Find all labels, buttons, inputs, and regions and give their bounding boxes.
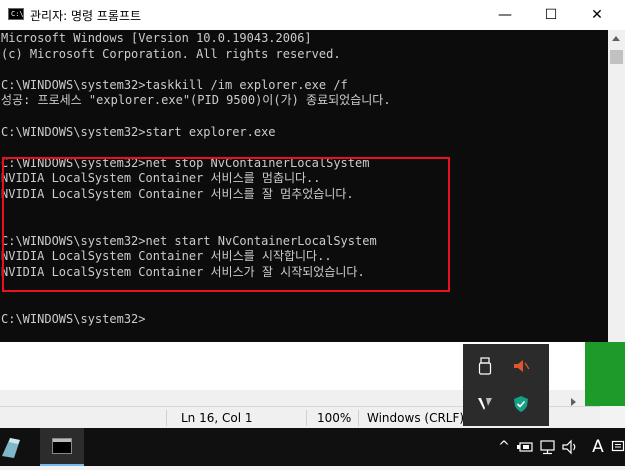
- window-title: 관리자: 명령 프롬프트: [30, 9, 142, 23]
- vertical-scrollbar[interactable]: [608, 30, 625, 342]
- close-icon: ✕: [591, 7, 603, 23]
- gpu-activity-icon[interactable]: [516, 428, 536, 466]
- scroll-right-arrow-icon[interactable]: [571, 398, 576, 406]
- console-line: (c) Microsoft Corporation. All rights re…: [1, 46, 341, 61]
- status-separator: [358, 410, 359, 426]
- command-prompt-icon: [52, 438, 72, 454]
- volume-icon[interactable]: [560, 428, 580, 466]
- status-separator: [166, 410, 167, 426]
- usb-drive-icon[interactable]: [475, 356, 495, 376]
- console-line: 성공: 프로세스 "explorer.exe"(PID 9500)이(가) 종료…: [1, 93, 391, 108]
- network-icon[interactable]: [538, 428, 558, 466]
- minimize-button[interactable]: —: [482, 0, 528, 30]
- speaker-muted-icon[interactable]: [511, 356, 531, 376]
- status-separator: [306, 410, 307, 426]
- console-prompt: C:\WINDOWS\system32>: [1, 311, 146, 326]
- tray-overflow-flyout: [463, 344, 549, 426]
- scrollbar-thumb[interactable]: [610, 50, 623, 64]
- maximize-button[interactable]: ☐: [528, 0, 574, 30]
- console-line: Microsoft Windows [Version 10.0.19043.20…: [1, 31, 312, 45]
- console-line: C:\WINDOWS\system32>taskkill /im explore…: [1, 77, 348, 92]
- ime-indicator[interactable]: A: [586, 428, 610, 466]
- command-prompt-icon-bar: [53, 439, 71, 442]
- maximize-icon: ☐: [544, 7, 558, 23]
- cursor-position: Ln 16, Col 1: [181, 411, 253, 425]
- title-bar[interactable]: C:\ 관리자: 명령 프롬프트 — ☐ ✕: [0, 0, 625, 30]
- highlight-box: [2, 157, 450, 292]
- show-hidden-icons-chevron[interactable]: ^: [496, 428, 512, 466]
- security-shield-icon[interactable]: [511, 394, 531, 414]
- cmd-icon-glyph: C:\: [11, 10, 24, 18]
- taskbar: ^ A: [0, 428, 625, 466]
- cmd-icon: C:\: [8, 8, 24, 20]
- minimize-icon: —: [498, 7, 512, 23]
- taskbar-cmd-button[interactable]: [40, 428, 84, 466]
- zoom-level: 100%: [317, 411, 352, 425]
- app-icon[interactable]: [0, 428, 30, 466]
- background-app-strip: [585, 342, 625, 406]
- line-ending: Windows (CRLF): [367, 411, 465, 425]
- close-button[interactable]: ✕: [574, 0, 620, 30]
- console-line: C:\WINDOWS\system32>start explorer.exe: [1, 124, 276, 139]
- notification-icon[interactable]: [610, 428, 625, 466]
- scroll-up-arrow-icon[interactable]: [612, 36, 620, 41]
- vpn-icon[interactable]: [475, 394, 495, 414]
